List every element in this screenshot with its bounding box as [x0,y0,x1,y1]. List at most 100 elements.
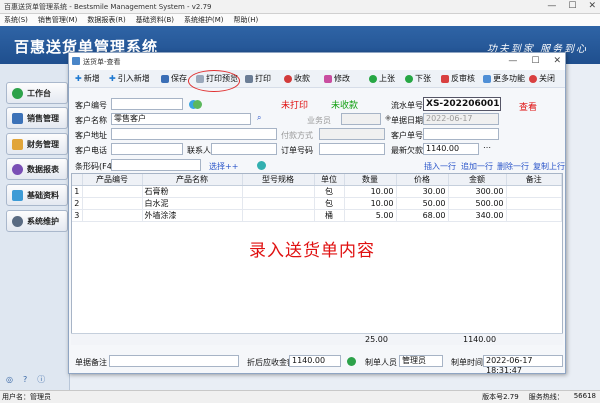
contact-label: 联系人 [187,146,211,155]
salesman-select[interactable] [341,113,381,125]
customer-name-label: 客户名称 [75,116,107,125]
folder-icon [12,138,23,150]
print-button[interactable]: 打印 [245,73,271,84]
status-bar: 用户名：管理员 版本号2.79 服务热线： 56618 [0,390,600,403]
refresh-icon[interactable]: ◎ [6,375,13,384]
customer-code-input[interactable] [111,98,183,110]
status-service-code: 56618 [573,392,596,400]
serial-no-input[interactable]: XS-202206001 [423,97,501,111]
info-icon[interactable]: ⓘ [37,374,45,385]
overlay-annotation: 录入送货单内容 [249,241,375,261]
col-spec[interactable]: 型号规格 [242,174,315,186]
col-unit[interactable]: 单位 [314,174,345,186]
nav-finance[interactable]: 财务管理 [6,133,68,155]
dialog-titlebar: 送货单-查看 — ☐ ✕ [69,53,565,70]
help-icon[interactable]: ? [23,375,27,384]
nav-reports[interactable]: 数据报表 [6,158,68,180]
col-product-code[interactable]: 产品编号 [82,174,143,186]
latest-debt-label: 最新欠款 [391,146,423,155]
menu-reports[interactable]: 数据报表(R) [87,15,125,25]
dialog-close-icon[interactable]: ✕ [553,56,561,66]
menu-help[interactable]: 帮助(H) [234,15,259,25]
customer-phone-input[interactable] [111,143,183,155]
contact-input[interactable] [211,143,277,155]
main-window-title: 百惠送货单管理系统 - Bestsmile Management System … [4,2,212,11]
col-remark[interactable]: 备注 [506,174,562,186]
col-amount[interactable]: 金额 [448,174,507,186]
serial-no-label: 流水单号 [391,101,423,110]
nav-basic-data[interactable]: 基础资料 [6,184,68,206]
col-quantity[interactable]: 数量 [344,174,397,186]
add-row-link[interactable]: 追加一行 [461,161,493,172]
customer-address-label: 客户地址 [75,131,107,140]
discount-amount-input[interactable]: 1140.00 [289,355,341,367]
next-button[interactable]: 下张 [405,73,431,84]
import-icon: ✚ [109,74,116,83]
search-icon [12,163,23,175]
select-products-link[interactable]: 选择++ [209,161,238,172]
table-row[interactable]: 3 外墙涂漆 桶 5.00 68.00 340.00 [72,209,562,222]
copy-row-link[interactable]: 复制上行 [533,161,565,172]
grid-header-row: 产品编号 产品名称 型号规格 单位 数量 价格 金额 备注 [72,174,562,186]
barcode-input[interactable] [111,159,201,171]
latest-debt-input[interactable]: 1140.00 [423,143,479,155]
customer-address-input[interactable] [111,128,277,140]
maker-label: 制单人员 [365,358,397,367]
discount-amount-label: 折后应收金额 [247,358,295,367]
customer-phone-label: 客户电话 [75,146,107,155]
dialog-maximize-icon[interactable]: ☐ [531,56,539,66]
menu-bar: 系统(S) 销售管理(M) 数据报表(R) 基础资料(B) 系统维护(M) 帮助… [0,14,600,26]
col-price[interactable]: 价格 [396,174,449,186]
maximize-icon[interactable]: ☐ [568,1,576,11]
customer-doc-input[interactable] [423,128,499,140]
receive-payment-button[interactable]: 收款 [284,73,310,84]
status-version: 版本号2.79 [482,393,519,401]
barcode-label: 条形码(F4) [75,162,115,171]
power-icon [529,74,537,83]
customer-name-input[interactable]: 零售客户 [111,113,251,125]
pay-method-select[interactable] [319,128,385,140]
nav-workbench[interactable]: 工作台 [6,82,68,104]
grid-totals-row: 25.00 1140.00 [71,333,563,345]
debt-more-icon[interactable]: ⋯ [483,143,491,152]
add-customer-icon[interactable] [193,100,202,109]
make-time-input[interactable]: 2022-06-17 18:31:47 [483,355,563,375]
nav-sales[interactable]: 销售管理 [6,107,68,129]
import-new-button[interactable]: ✚ 引入新增 [109,73,150,84]
sync-icon[interactable] [257,161,266,170]
table-row[interactable]: 2 白水泥 包 10.00 50.00 500.00 [72,197,562,210]
edit-button[interactable]: 修改 [324,73,350,84]
doc-date-input[interactable]: 2022-06-17 [423,113,499,125]
menu-maintenance[interactable]: 系统维护(M) [184,15,224,25]
menu-sales[interactable]: 销售管理(M) [38,15,78,25]
close-icon[interactable]: ✕ [588,1,596,11]
previous-button[interactable]: 上张 [369,73,395,84]
unapprove-button[interactable]: 反审核 [441,73,475,84]
database-icon [12,189,23,201]
remark-input[interactable] [109,355,239,367]
nav-maintenance[interactable]: 系统维护 [6,210,68,232]
save-button[interactable]: 保存 [161,73,187,84]
menu-basic-data[interactable]: 基础资料(B) [136,15,174,25]
more-functions-button[interactable]: 更多功能 [483,73,525,84]
save-icon [161,74,169,83]
remark-label: 单据备注 [75,358,107,367]
insert-row-link[interactable]: 插入一行 [424,161,456,172]
delete-row-link[interactable]: 删除一行 [497,161,529,172]
printer-icon [245,74,253,83]
confirm-icon[interactable] [347,357,356,366]
dialog-minimize-icon[interactable]: — [508,56,517,66]
doc-date-label: 单据日期 [391,116,423,125]
minimize-icon[interactable]: — [547,1,556,11]
customer-search-icon[interactable]: ⌕ [257,113,261,123]
main-window-titlebar: 百惠送货单管理系统 - Bestsmile Management System … [0,0,600,14]
menu-system[interactable]: 系统(S) [4,15,28,25]
maker-input[interactable]: 管理员 [399,355,443,367]
order-no-input[interactable] [319,143,385,155]
table-row[interactable]: 1 石膏粉 包 10.00 30.00 300.00 [72,185,562,198]
document-icon [12,112,23,124]
print-status: 未打印 [281,101,309,111]
close-button[interactable]: 关闭 [529,73,555,84]
col-product-name[interactable]: 产品名称 [142,174,243,186]
new-button[interactable]: ✚ 新增 [75,73,100,84]
